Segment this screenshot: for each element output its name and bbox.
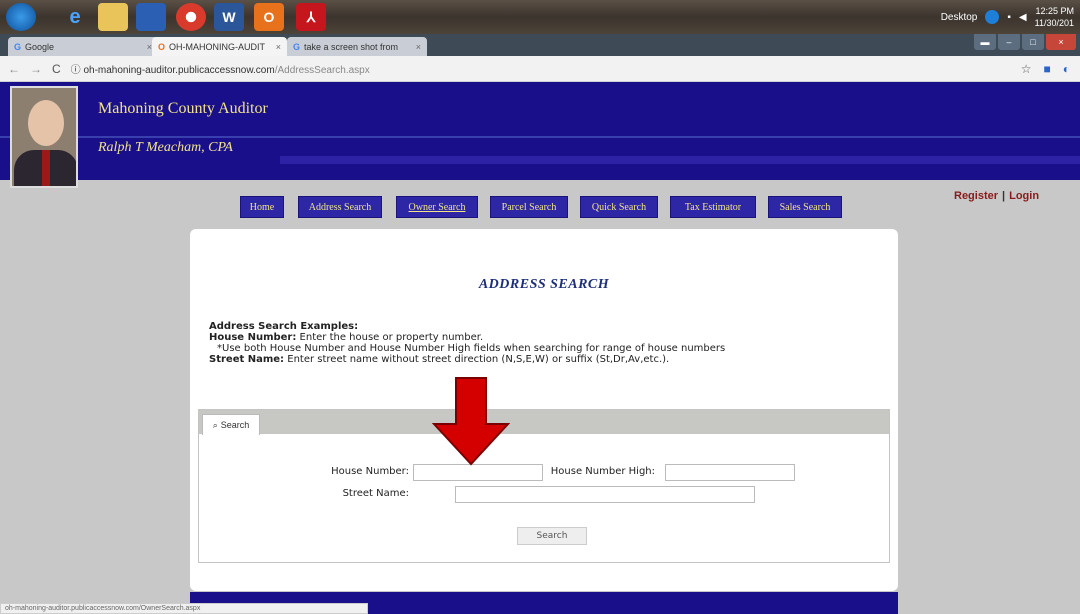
system-tray: Desktop ▪ ◀ 12:25 PM 11/30/201 [941,4,1074,30]
nav-address-search[interactable]: Address Search [298,196,382,218]
search-icon: ⌕ [212,419,218,430]
street-name-input[interactable] [455,486,755,503]
tab-label: OH-MAHONING-AUDIT [169,41,266,52]
nav-parcel-search[interactable]: Parcel Search [490,196,568,218]
extension2-icon[interactable]: ◐ [1063,62,1070,76]
header-divider [0,136,1080,138]
tab-search-label: Search [220,420,250,430]
site-title: Mahoning County Auditor [98,100,268,117]
outlook-icon[interactable] [136,3,166,31]
explorer-icon[interactable] [98,3,128,31]
search-examples: Address Search Examples: House Number: E… [209,321,725,365]
url-host: oh-mahoning-auditor.publicaccessnow.com [83,65,275,76]
url-field[interactable]: ⓘ oh-mahoning-auditor.publicaccessnow.co… [71,61,370,76]
range-note: *Use both House Number and House Number … [217,343,726,354]
nav-controls: ← → C [8,62,61,76]
search-form-area: ⌕ Search House Number: House Number High… [198,409,890,563]
tab-label: Google [25,41,55,52]
house-number-hint: Enter the house or property number. [299,332,484,343]
nav-owner-search[interactable]: Owner Search [396,196,478,218]
house-number-input[interactable] [413,464,543,481]
google-favicon-icon: G [293,41,301,52]
red-arrow-annotation [432,377,510,466]
info-icon: ⓘ [70,65,84,76]
start-button[interactable] [6,3,36,31]
register-link[interactable]: Register [954,190,998,202]
google-favicon-icon: G [14,41,22,52]
street-name-label: Street Name: [342,488,409,499]
search-tabbar: ⌕ Search [199,410,889,435]
bookmark-star-icon[interactable]: ☆ [1021,62,1032,76]
tab-google[interactable]: G Google × [8,37,158,56]
street-name-hint: Enter street name without street directi… [287,354,670,365]
network-icon[interactable]: ▪ [1007,12,1011,23]
tab-auditor[interactable]: O OH-MAHONING-AUDIT × [152,37,287,56]
clock-date: 11/30/201 [1034,18,1074,28]
tab-search[interactable]: ⌕ Search [202,414,260,435]
nav-label: Parcel Search [501,201,557,213]
forward-icon[interactable]: → [30,62,42,76]
maximize-icon[interactable]: □ [1022,34,1044,50]
search-button[interactable]: Search [517,527,587,545]
nav-label: Home [249,201,275,213]
account-links: Register | Login [954,190,1039,202]
site-favicon-icon: O [158,41,166,52]
page-title: ADDRESS SEARCH [478,277,610,292]
nav-home[interactable]: Home [240,196,284,218]
street-name-hint-label: Street Name: [209,354,285,365]
nav-quick-search[interactable]: Quick Search [580,196,658,218]
nav-label: Quick Search [591,201,647,213]
desktop-toolbar-label[interactable]: Desktop [941,12,978,23]
volume-icon[interactable]: ◀ [1019,12,1027,23]
user-icon[interactable]: ▬ [974,34,996,50]
site-subtitle: Ralph T Meacham, CPA [98,140,233,155]
auditor-photo [10,86,78,188]
close-window-icon[interactable]: × [1046,34,1076,50]
address-bar: ← → C ⓘ oh-mahoning-auditor.publicaccess… [0,56,1080,82]
close-tab-icon[interactable]: × [416,42,421,52]
house-number-label: House Number: [331,466,409,477]
examples-heading: Address Search Examples: [209,321,359,332]
house-number-high-input[interactable] [665,464,795,481]
photo-face [28,100,64,146]
ie-icon[interactable]: e [60,3,90,31]
nav-label: Owner Search [408,201,466,213]
main-panel: ADDRESS SEARCH Address Search Examples: … [190,229,898,591]
site-header [0,82,1080,180]
login-link[interactable]: Login [1009,190,1039,202]
browser-tabstrip: G Google × O OH-MAHONING-AUDIT × G take … [0,34,1080,56]
nav-tax-estimator[interactable]: Tax Estimator [670,196,756,218]
window-controls: ▬ – □ × [974,34,1076,50]
nav-sales-search[interactable]: Sales Search [768,196,842,218]
reload-icon[interactable]: C [52,62,61,76]
help-icon[interactable] [985,10,1000,24]
photo-tie [42,150,50,186]
back-icon[interactable]: ← [8,62,20,76]
nav-label: Address Search [308,201,372,213]
house-number-high-label: House Number High: [550,466,655,477]
nav-label: Tax Estimator [684,201,742,213]
clock[interactable]: 12:25 PM 11/30/201 [1035,5,1074,29]
nav-label: Sales Search [779,201,831,213]
minimize-icon[interactable]: – [998,34,1020,50]
url-path: /AddressSearch.aspx [274,65,370,76]
extension-icon[interactable]: ■ [1044,62,1051,76]
header-band [280,156,1080,164]
word-icon[interactable]: W [214,3,244,31]
acrobat-icon[interactable]: ⅄ [296,3,326,31]
tab-label: take a screen shot from [304,41,399,52]
chrome-icon[interactable] [176,3,206,31]
house-number-hint-label: House Number: [209,332,297,343]
windows-taskbar: e W O ⅄ Desktop ▪ ◀ 12:25 PM 11/30/201 [0,0,1080,34]
close-tab-icon[interactable]: × [276,42,281,52]
office-icon[interactable]: O [254,3,284,31]
clock-time: 12:25 PM [1035,6,1074,16]
browser-actions: ☆ ■ ◐ [1021,62,1070,76]
separator: | [1002,190,1006,202]
status-bar-url: oh-mahoning-auditor.publicaccessnow.com/… [0,603,368,614]
tab-google-search[interactable]: G take a screen shot from × [287,37,427,56]
